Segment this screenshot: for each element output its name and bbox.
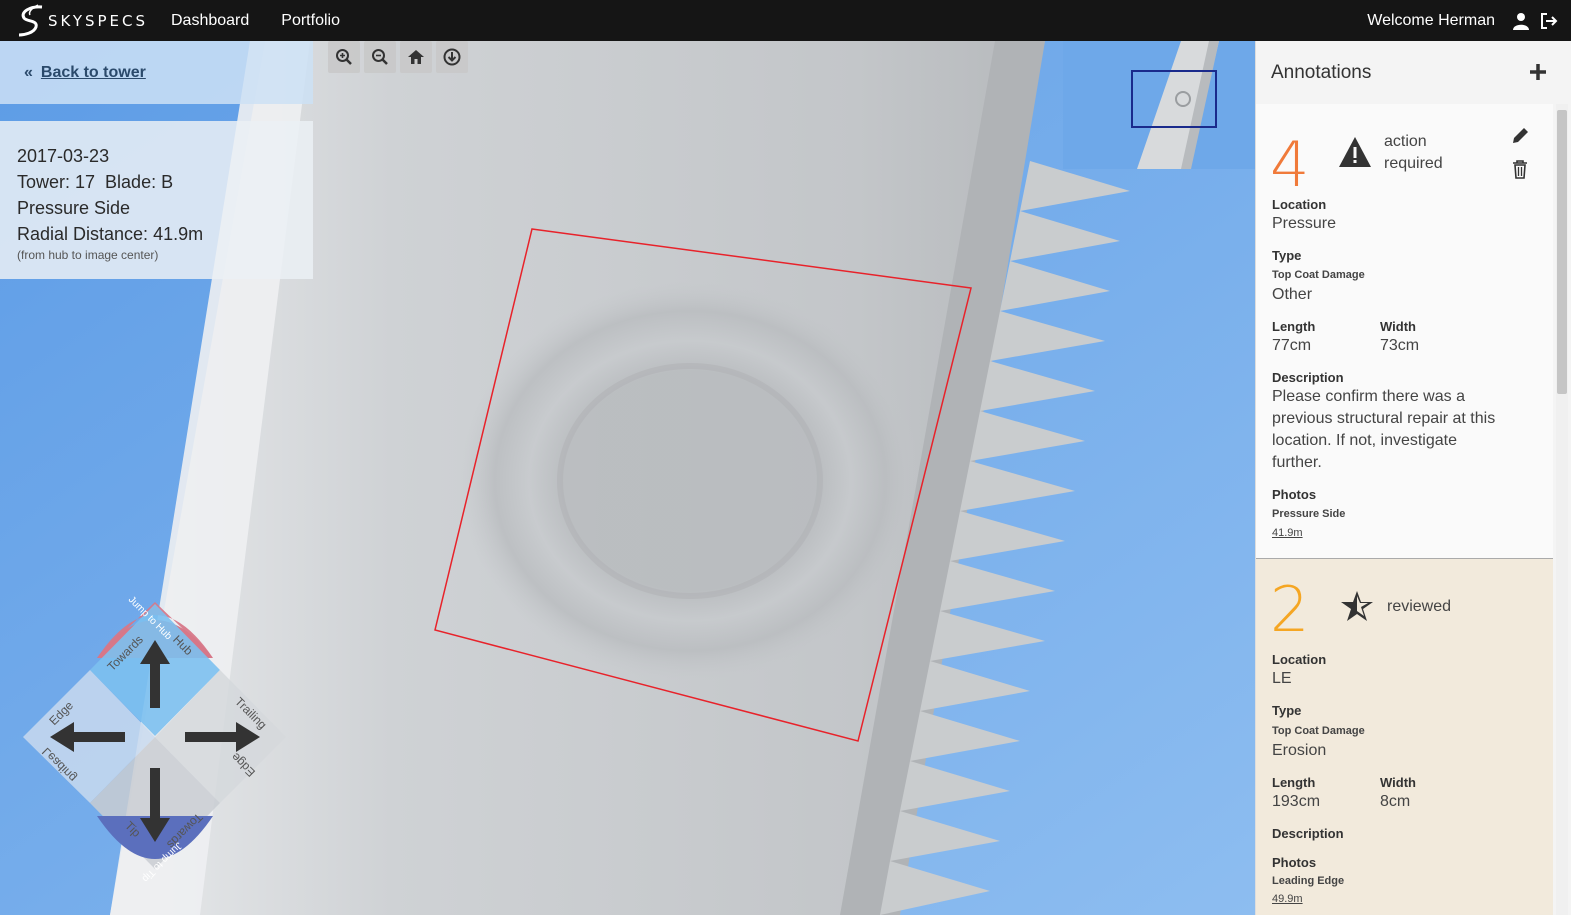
type-category: Top Coat Damage — [1272, 725, 1365, 737]
nav-portfolio[interactable]: Portfolio — [281, 12, 340, 30]
star-icon — [1341, 591, 1373, 621]
blade-navigation-pad: Jump to Hub Towards Hub Trailing Edge Ed… — [20, 582, 292, 898]
description-text: Please confirm there was a previous stru… — [1272, 388, 1496, 471]
type-label: Type — [1272, 703, 1302, 718]
image-info-panel: 2017-03-23 Tower: 17 Blade: B Pressure S… — [0, 121, 313, 279]
download-icon[interactable] — [436, 41, 468, 73]
tower-blade: Tower: 17 Blade: B — [17, 172, 174, 192]
top-navbar: SKYSPECS Dashboard Portfolio Welcome Her… — [0, 0, 1571, 41]
radial-note: (from hub to image center) — [17, 248, 159, 262]
photo-link[interactable]: 41.9m — [1272, 527, 1303, 539]
width-value: 73cm — [1380, 337, 1420, 354]
annotations-panel: Annotations 4 action required Location P… — [1255, 41, 1571, 915]
warning-icon — [1339, 137, 1371, 167]
skyspecs-logo[interactable]: SKYSPECS — [16, 3, 154, 38]
blade-side: Pressure Side — [17, 198, 131, 218]
nav-dashboard[interactable]: Dashboard — [171, 12, 249, 30]
add-annotation-icon[interactable] — [1528, 62, 1548, 82]
photos-label: Photos — [1272, 855, 1317, 870]
annotations-title: Annotations — [1271, 61, 1372, 83]
photo-link[interactable]: 49.9m — [1272, 893, 1303, 905]
edit-icon[interactable] — [1510, 126, 1530, 146]
location-label: Location — [1272, 652, 1327, 667]
viewer-toolbar — [328, 41, 468, 73]
back-to-tower-link[interactable]: Back to tower — [41, 64, 146, 82]
length-label: Length — [1272, 319, 1316, 334]
width-value: 8cm — [1380, 793, 1411, 810]
severity-number: 4 — [1270, 128, 1310, 201]
length-value: 193cm — [1272, 793, 1321, 810]
photo-side: Pressure Side — [1272, 508, 1346, 520]
width-label: Width — [1380, 775, 1416, 790]
zoom-out-icon[interactable] — [364, 41, 396, 73]
annotation-card-1[interactable]: 4 action required Location Pressure Type… — [1256, 104, 1553, 559]
location-value: Pressure — [1272, 215, 1337, 232]
severity-number: 2 — [1270, 573, 1310, 646]
photos-label: Photos — [1272, 487, 1317, 502]
description-label: Description — [1272, 370, 1344, 385]
length-label: Length — [1272, 775, 1316, 790]
back-to-tower-panel: « Back to tower — [0, 41, 313, 104]
zoom-in-icon[interactable] — [328, 41, 360, 73]
user-icon[interactable] — [1511, 11, 1531, 31]
status-line-1: action — [1384, 133, 1427, 150]
type-category: Top Coat Damage — [1272, 269, 1365, 281]
minimap[interactable] — [1063, 41, 1255, 169]
description-label: Description — [1272, 826, 1344, 841]
type-value: Other — [1272, 286, 1313, 303]
annotation-card-2[interactable]: 2 reviewed Location LE Type Top Coat Dam… — [1256, 559, 1553, 915]
annotations-header: Annotations — [1256, 41, 1571, 104]
home-icon[interactable] — [400, 41, 432, 73]
type-label: Type — [1272, 248, 1302, 263]
skyspecs-logo-icon — [18, 3, 43, 36]
radial-distance: Radial Distance: 41.9m — [17, 224, 204, 244]
status-line-2: required — [1384, 155, 1443, 172]
length-value: 77cm — [1272, 337, 1312, 354]
photo-side: Leading Edge — [1272, 875, 1345, 887]
trash-icon[interactable] — [1510, 159, 1530, 179]
location-label: Location — [1272, 197, 1327, 212]
double-chevron-left-icon[interactable]: « — [24, 64, 33, 82]
width-label: Width — [1380, 319, 1416, 334]
logout-icon[interactable] — [1539, 11, 1559, 31]
type-value: Erosion — [1272, 742, 1327, 759]
location-value: LE — [1272, 670, 1292, 687]
minimap-viewport[interactable] — [1131, 70, 1217, 128]
welcome-text: Welcome Herman — [1367, 11, 1495, 29]
scrollbar-thumb[interactable] — [1557, 110, 1567, 394]
annotations-scrollbar[interactable] — [1556, 104, 1568, 915]
status-line-1: reviewed — [1387, 598, 1452, 615]
inspection-date: 2017-03-23 — [17, 146, 110, 166]
logo-text: SKYSPECS — [48, 11, 149, 30]
